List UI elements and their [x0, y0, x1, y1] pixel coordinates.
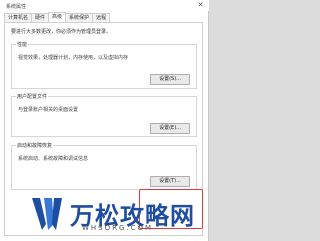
tab-hardware[interactable]: 硬件 [31, 13, 50, 22]
startup-recovery-title: 启动和故障恢复 [16, 142, 54, 149]
performance-settings-button[interactable]: 设置(S)... [150, 74, 190, 85]
tab-system-protection[interactable]: 系统保护 [65, 13, 94, 22]
system-properties-window: 系统属性 ✕ 计算机名 硬件 高级 系统保护 远程 要进行大多数更改，你必须作为… [0, 0, 209, 241]
user-profiles-settings-button[interactable]: 设置(E)... [150, 123, 190, 134]
performance-group: 性能 视觉效果，处理器计划，内存使用，以及虚拟内存 设置(S)... [11, 41, 197, 89]
user-profiles-group: 用户配置文件 与登录账户相关的桌面设置 设置(E)... [11, 93, 197, 137]
advanced-panel: 要进行大多数更改，你必须作为管理员登录。 性能 视觉效果，处理器计划，内存使用，… [4, 22, 203, 236]
window-title: 系统属性 [6, 4, 27, 10]
startup-recovery-desc: 系统启动、系统故障和调试信息 [18, 156, 89, 162]
performance-desc: 视觉效果，处理器计划，内存使用，以及虚拟内存 [18, 55, 129, 61]
startup-recovery-settings-button[interactable]: 设置(T)... [150, 176, 190, 187]
admin-note: 要进行大多数更改，你必须作为管理员登录。 [11, 29, 112, 35]
tab-bar: 计算机名 硬件 高级 系统保护 远程 [4, 12, 111, 22]
tab-remote[interactable]: 远程 [92, 13, 111, 22]
startup-recovery-group: 启动和故障恢复 系统启动、系统故障和调试信息 设置(T)... [11, 142, 197, 190]
title-bar[interactable]: 系统属性 ✕ [0, 0, 209, 11]
performance-title: 性能 [16, 41, 29, 48]
user-profiles-title: 用户配置文件 [16, 93, 49, 100]
tab-advanced[interactable]: 高级 [48, 12, 67, 22]
tab-computer-name[interactable]: 计算机名 [4, 13, 33, 22]
user-profiles-desc: 与登录账户相关的桌面设置 [18, 107, 79, 113]
close-icon[interactable]: ✕ [196, 1, 205, 10]
